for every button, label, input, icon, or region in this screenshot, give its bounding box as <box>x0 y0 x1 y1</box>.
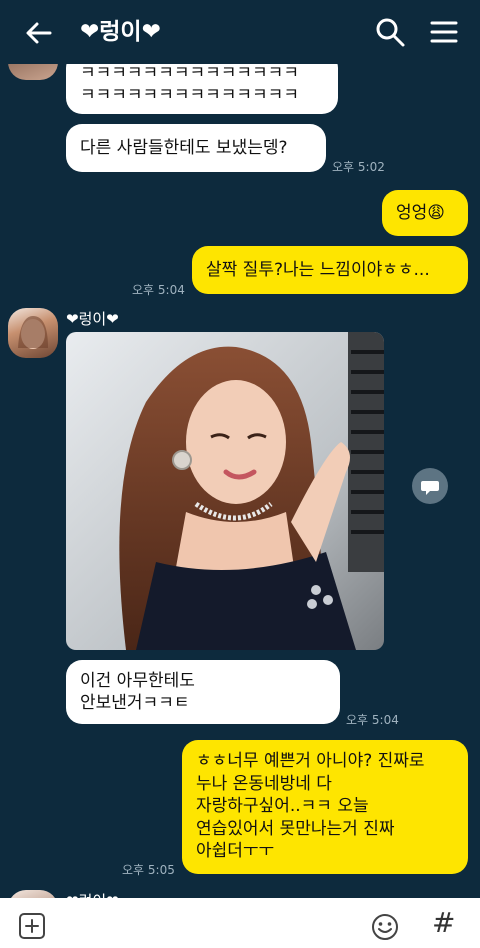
message-bubble[interactable]: ㅎㅎ너무 예쁜거 아니야? 진짜로 누나 온동네방네 다 자랑하구싶어..ㅋㅋ … <box>182 740 468 874</box>
message-bubble[interactable]: 엉엉😩 <box>382 190 468 236</box>
message-text: 안보낸거ㅋㅋㅌ <box>80 693 190 713</box>
message-time: 오후 5:02 <box>332 160 385 174</box>
message-text: 다른 사람들한테도 보냈는뎅? <box>80 138 288 158</box>
chat-header: ❤렁이❤ <box>0 0 480 64</box>
hashtag-button[interactable]: # <box>432 906 455 939</box>
sender-name: ❤렁이❤ <box>66 310 119 328</box>
message-text: 이건 아무한테도 <box>80 671 195 691</box>
emoji-icon[interactable] <box>370 912 400 942</box>
message-time: 오후 5:04 <box>132 283 185 297</box>
message-text: 아쉽더ㅜㅜ <box>196 841 275 861</box>
message-text: 살짝 질투?나는 느낌이야ㅎㅎ... <box>206 260 430 280</box>
message-time: 오후 5:05 <box>122 863 175 877</box>
avatar[interactable] <box>8 308 58 358</box>
message-text: ㅋㅋㅋㅋㅋㅋㅋㅋㅋㅋㅋㅋㅋㅋ <box>80 85 299 105</box>
plus-icon[interactable] <box>18 912 46 940</box>
photo-image <box>66 332 384 650</box>
message-text: 자랑하구싶어..ㅋㅋ 오늘 <box>196 796 369 816</box>
message-text: 누나 온동네방네 다 <box>196 773 332 794</box>
message-bubble[interactable]: 이건 아무한테도 안보낸거ㅋㅋㅌ <box>66 660 340 724</box>
message-time: 오후 5:04 <box>346 713 399 727</box>
message-text: ㅎㅎ너무 예쁜거 아니야? 진짜로 <box>196 751 425 771</box>
message-bubble[interactable]: 다른 사람들한테도 보냈는뎅? <box>66 124 326 172</box>
menu-icon[interactable] <box>428 16 460 48</box>
message-text: ㅋㅋㅋㅋㅋㅋㅋㅋㅋㅋㅋㅋㅋㅋ <box>80 63 299 83</box>
message-text: 연습있어서 못만나는거 진짜 <box>196 818 395 839</box>
message-bubble[interactable]: 살짝 질투?나는 느낌이야ㅎㅎ... <box>192 246 468 294</box>
share-icon[interactable] <box>412 468 448 504</box>
search-icon[interactable] <box>374 16 406 48</box>
avatar-face-icon <box>18 316 48 349</box>
photo-message[interactable] <box>66 332 384 650</box>
input-bar <box>0 898 480 948</box>
back-arrow-icon[interactable] <box>22 16 56 50</box>
chat-title: ❤렁이❤ <box>80 19 161 45</box>
message-text: 엉엉😩 <box>396 203 446 223</box>
